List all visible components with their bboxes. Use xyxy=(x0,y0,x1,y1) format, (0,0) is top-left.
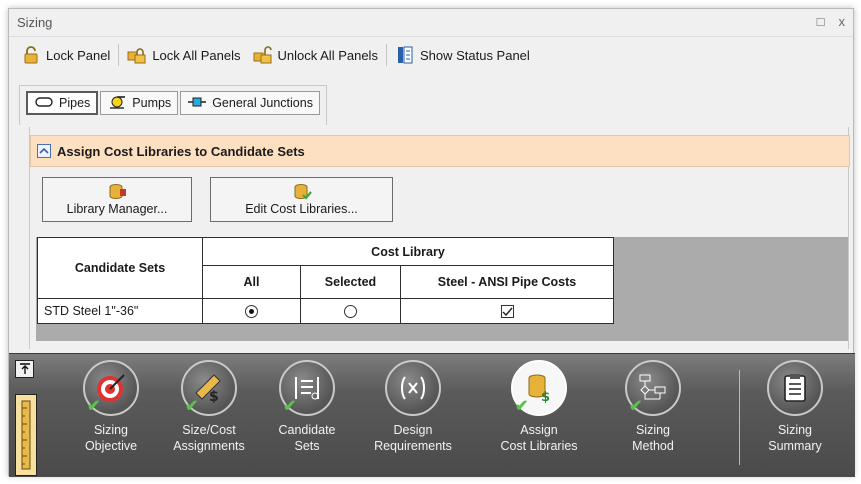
title-bar-controls: □ x xyxy=(817,14,845,29)
column-header-selected[interactable]: Selected xyxy=(300,265,401,299)
close-icon[interactable]: x xyxy=(839,14,846,29)
step-sizing-method[interactable]: ✔ Sizing Method xyxy=(605,360,701,454)
step-circle: $ ✔ xyxy=(511,360,567,416)
complete-check-icon: ✔ xyxy=(515,398,529,415)
table-row: STD Steel 1"-36" xyxy=(37,298,614,324)
element-type-tabs: Pipes Pumps General Junctions xyxy=(19,85,849,125)
svg-text:$: $ xyxy=(209,389,219,405)
library-manager-label: Library Manager... xyxy=(66,202,168,216)
cost-library-header: Cost Library xyxy=(202,237,614,266)
tab-pumps[interactable]: Pumps xyxy=(100,91,179,115)
step-label: Assign Cost Libraries xyxy=(500,423,578,453)
workflow-side-tabs xyxy=(15,360,37,476)
library-manager-button[interactable]: Library Manager... xyxy=(42,177,192,222)
complete-check-icon: ✔ xyxy=(87,398,101,415)
pipe-icon xyxy=(34,95,54,112)
svg-text:$: $ xyxy=(541,390,550,405)
padlock-icon xyxy=(21,45,41,65)
lock-all-panels-button[interactable]: Lock All Panels xyxy=(121,41,246,69)
section-header: Assign Cost Libraries to Candidate Sets xyxy=(30,135,850,167)
restore-icon[interactable]: □ xyxy=(817,14,825,29)
variable-icon xyxy=(401,376,425,400)
step-label: Sizing Objective xyxy=(84,423,138,453)
tab-strip: Pipes Pumps General Junctions xyxy=(19,85,327,125)
show-status-panel-button[interactable]: Show Status Panel xyxy=(389,41,536,69)
steel-ansi-checkbox[interactable] xyxy=(500,305,514,319)
step-circle xyxy=(767,360,823,416)
all-radio[interactable] xyxy=(245,305,258,319)
lock-panel-label: Lock Panel xyxy=(46,47,111,63)
cost-library-grid: Candidate Sets Cost Library All Selected… xyxy=(37,237,614,324)
all-radio-cell[interactable] xyxy=(202,298,301,324)
tab-pipes-label: Pipes xyxy=(59,96,91,110)
library-database-icon xyxy=(107,183,127,201)
steel-ansi-checkbox-cell[interactable] xyxy=(400,298,614,324)
ruler-icon xyxy=(21,400,31,470)
workflow-separator xyxy=(739,370,740,465)
show-status-panel-label: Show Status Panel xyxy=(419,47,530,63)
edit-cost-libraries-label: Edit Cost Libraries... xyxy=(245,202,358,216)
selected-radio[interactable] xyxy=(344,305,357,319)
lock-all-panels-label: Lock All Panels xyxy=(152,47,241,63)
step-circle: ✔ xyxy=(625,360,681,416)
step-circle: $ ✔ xyxy=(181,360,237,416)
panel-toolbar: Lock Panel Lock All Panels Unlock All Pa… xyxy=(9,39,853,71)
status-panel-icon xyxy=(395,45,415,65)
window-title: Sizing xyxy=(17,15,53,30)
arrow-up-bar-icon xyxy=(19,363,30,374)
toolbar-separator xyxy=(118,44,120,66)
database-check-icon xyxy=(292,183,312,201)
tab-general-junctions-label: General Junctions xyxy=(212,96,313,110)
pipes-tab-content: Assign Cost Libraries to Candidate Sets … xyxy=(29,127,850,349)
candidate-set-name: STD Steel 1"-36" xyxy=(37,298,203,324)
step-label: Candidate Sets xyxy=(278,423,336,453)
step-size-cost-assignments[interactable]: $ ✔ Size/Cost Assignments xyxy=(161,360,257,454)
sizing-window: Sizing □ x Lock Panel Lock All Panels Un… xyxy=(8,8,855,477)
multi-unlock-icon xyxy=(253,45,273,65)
step-circle: ✔ xyxy=(279,360,335,416)
step-circle xyxy=(385,360,441,416)
step-label: Sizing Method xyxy=(632,423,674,453)
tab-general-junctions[interactable]: General Junctions xyxy=(180,91,320,115)
pin-toggle-button[interactable] xyxy=(15,360,34,378)
lock-panel-button[interactable]: Lock Panel xyxy=(15,41,116,69)
step-circle: ✔ xyxy=(83,360,139,416)
step-label: Size/Cost Assignments xyxy=(173,423,245,453)
library-button-row: Library Manager... Edit Cost Libraries..… xyxy=(42,177,393,222)
multi-padlock-icon xyxy=(127,45,147,65)
column-header-steel-ansi[interactable]: Steel - ANSI Pipe Costs xyxy=(400,265,614,299)
toolbar-separator xyxy=(385,44,387,66)
junction-icon xyxy=(187,95,207,112)
step-label: Sizing Summary xyxy=(768,423,822,453)
collapse-button[interactable] xyxy=(37,144,51,158)
title-bar: Sizing □ x xyxy=(9,9,853,37)
complete-check-icon: ✔ xyxy=(629,398,643,415)
unlock-all-panels-button[interactable]: Unlock All Panels xyxy=(247,41,384,69)
tab-pumps-label: Pumps xyxy=(132,96,172,110)
complete-check-icon: ✔ xyxy=(185,398,199,415)
step-sizing-summary[interactable]: Sizing Summary xyxy=(747,360,843,454)
complete-check-icon: ✔ xyxy=(283,398,297,415)
chevron-up-icon xyxy=(39,147,49,154)
candidate-sets-header: Candidate Sets xyxy=(37,237,203,299)
selected-radio-cell[interactable] xyxy=(300,298,401,324)
edit-cost-libraries-button[interactable]: Edit Cost Libraries... xyxy=(210,177,393,222)
step-sizing-objective[interactable]: ✔ Sizing Objective xyxy=(63,360,159,454)
pump-icon xyxy=(107,94,127,113)
section-title: Assign Cost Libraries to Candidate Sets xyxy=(57,143,305,159)
ruler-tab[interactable] xyxy=(15,394,37,476)
column-header-all[interactable]: All xyxy=(202,265,301,299)
unlock-all-panels-label: Unlock All Panels xyxy=(277,47,378,63)
step-assign-cost-libraries[interactable]: $ ✔ Assign Cost Libraries xyxy=(491,360,587,454)
clipboard-icon xyxy=(784,374,806,402)
step-label: Design Requirements xyxy=(374,423,452,453)
step-candidate-sets[interactable]: ✔ Candidate Sets xyxy=(259,360,355,454)
sizing-workflow-bar: ✔ Sizing Objective $ ✔ Size/Cost Assignmen… xyxy=(9,353,855,477)
step-design-requirements[interactable]: Design Requirements xyxy=(365,360,461,454)
tab-pipes[interactable]: Pipes xyxy=(26,91,99,115)
checkmark-icon xyxy=(502,307,513,316)
